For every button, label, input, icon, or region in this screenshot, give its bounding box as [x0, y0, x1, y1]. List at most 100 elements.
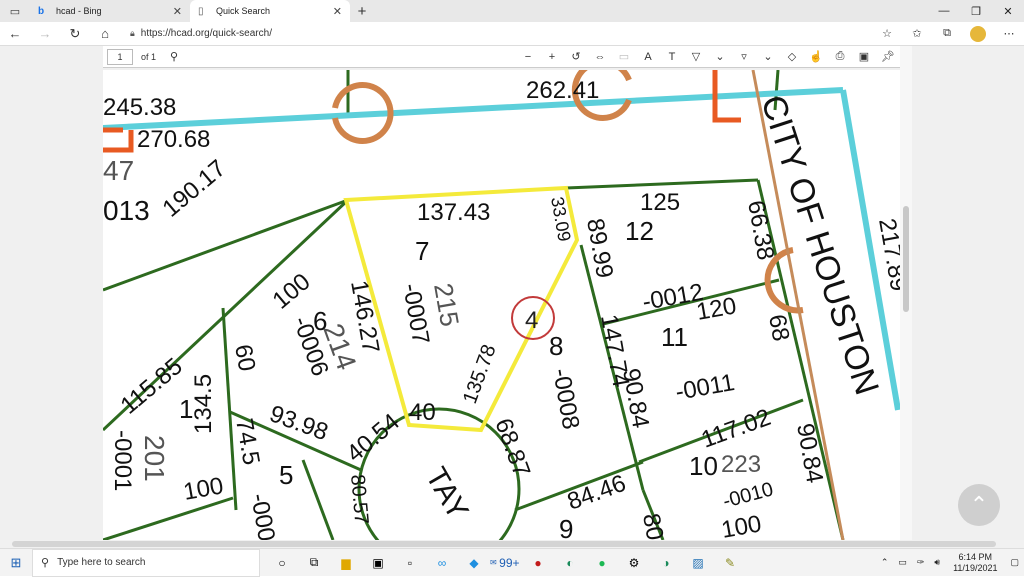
page-total: of 1: [141, 51, 157, 62]
map-label: 84.46: [564, 470, 630, 516]
print-icon[interactable]: ⎙: [828, 50, 852, 63]
vertical-scrollbar[interactable]: [900, 46, 912, 540]
page-view-icon[interactable]: ▭: [612, 50, 636, 63]
new-tab-button[interactable]: +: [350, 3, 374, 20]
pin-icon[interactable]: 📌︎: [876, 50, 900, 63]
link-icon[interactable]: ∞: [426, 549, 458, 577]
map-label: 134.5: [190, 374, 217, 434]
draw-icon[interactable]: ▽: [684, 50, 708, 63]
tab-title: Quick Search: [216, 6, 271, 16]
save-icon[interactable]: ▣: [852, 50, 876, 63]
street-label: TAY: [419, 462, 475, 525]
touch-icon[interactable]: ☝: [804, 50, 828, 63]
close-window-icon[interactable]: ✕: [992, 0, 1024, 22]
clock[interactable]: 6:14 PM 11/19/2021: [953, 552, 997, 574]
map-label: 117.02: [698, 404, 775, 454]
app-icon[interactable]: ▫: [394, 549, 426, 577]
lock-icon: 🔒︎: [130, 28, 135, 38]
profile-avatar[interactable]: [970, 25, 986, 42]
rotate-icon[interactable]: ↺: [564, 50, 588, 63]
home-button[interactable]: ⌂: [90, 22, 120, 46]
chevron-up-icon[interactable]: ⌃: [881, 557, 889, 568]
lot-number: 10: [689, 451, 718, 481]
map-label: -000: [245, 491, 280, 540]
close-icon[interactable]: ✕: [333, 5, 342, 18]
spotify-icon[interactable]: ●: [586, 549, 618, 577]
map-label: 100: [268, 268, 316, 314]
map-label: 68: [763, 312, 794, 343]
edge-active-icon[interactable]: ◑: [650, 549, 682, 577]
map-label: 115.85: [116, 353, 188, 420]
mail-icon[interactable]: ✉ 99+: [490, 549, 522, 577]
file-explorer-icon[interactable]: ▆: [330, 549, 362, 577]
text-box-icon[interactable]: T: [660, 51, 684, 63]
erase-icon[interactable]: ◇: [780, 50, 804, 63]
map-label: 47: [103, 155, 134, 186]
lot-number: 8: [549, 331, 563, 361]
edge-icon[interactable]: ◐: [554, 549, 586, 577]
map-label: 93.98: [266, 400, 332, 446]
scroll-to-top-button[interactable]: ⌃: [958, 484, 1000, 526]
lot-number: 12: [625, 216, 654, 246]
tab-bing[interactable]: b hcad - Bing ✕: [30, 0, 190, 22]
map-label: -0001: [109, 430, 136, 491]
scroll-thumb[interactable]: [903, 206, 909, 312]
scroll-thumb[interactable]: [12, 541, 996, 547]
close-icon[interactable]: ✕: [173, 5, 182, 18]
map-label: 245.38: [103, 94, 176, 121]
refresh-button[interactable]: ↻: [60, 22, 90, 46]
highlight-icon[interactable]: ▿: [732, 50, 756, 63]
volume-icon[interactable]: 🔊︎: [934, 557, 940, 568]
paint-icon[interactable]: ✎: [714, 549, 746, 577]
page-number-input[interactable]: 1: [107, 48, 133, 65]
draw-dropdown-icon[interactable]: ⌄: [708, 50, 732, 63]
mail-badge: 99+: [499, 555, 520, 570]
lot-number: 5: [279, 460, 293, 490]
tab-actions-icon[interactable]: ▭: [0, 0, 30, 22]
store-icon[interactable]: ▣: [362, 549, 394, 577]
app-red-icon[interactable]: ●: [522, 549, 554, 577]
dropbox-icon[interactable]: ◆: [458, 549, 490, 577]
map-label: -0007: [397, 281, 434, 346]
lot-number: 7: [415, 236, 429, 266]
highlight-dropdown-icon[interactable]: ⌄: [756, 50, 780, 63]
task-view-icon[interactable]: ⧉: [298, 549, 330, 577]
taskbar-search[interactable]: ⚲ Type here to search: [32, 548, 260, 577]
pdf-viewer: 1 of 1 ⚲ − + ↺ ⇔ ▭ A T ▽ ⌄ ▿ ⌄ ◇ ☝ ⎙ ▣ 📌…: [0, 46, 1024, 540]
tab-title: hcad - Bing: [56, 6, 102, 16]
lot-number: 11: [661, 322, 688, 352]
notifications-icon[interactable]: ▢: [1010, 557, 1019, 568]
zoom-in-icon[interactable]: +: [540, 51, 564, 63]
map-label: -0010: [721, 478, 776, 512]
photos-icon[interactable]: ▨: [682, 549, 714, 577]
tab-quick-search[interactable]: ▯ Quick Search ✕: [190, 0, 350, 22]
taskbar-search-placeholder: Type here to search: [57, 557, 146, 568]
clock-time: 6:14 PM: [958, 551, 993, 562]
map-label: 68.87: [489, 415, 535, 481]
zoom-out-icon[interactable]: −: [516, 51, 540, 63]
settings-icon[interactable]: ⚙: [618, 549, 650, 577]
forward-button[interactable]: →: [30, 22, 60, 46]
map-label: -0011: [673, 369, 736, 406]
network-icon[interactable]: ▭: [898, 557, 907, 568]
url-field[interactable]: 🔒︎ https://hcad.org/quick-search/: [120, 24, 840, 44]
back-button[interactable]: ←: [0, 22, 30, 46]
fit-page-icon[interactable]: ⇔: [588, 51, 612, 63]
search-icon[interactable]: ⚲: [162, 50, 186, 63]
menu-icon[interactable]: ⋯: [994, 22, 1024, 46]
read-aloud-icon[interactable]: A: [636, 51, 660, 63]
windows-start-icon[interactable]: ⊞: [0, 555, 32, 571]
map-label: 90.84: [617, 366, 654, 430]
search-icon: ⚲: [41, 557, 50, 569]
cortana-icon[interactable]: ○: [266, 549, 298, 577]
pen-icon[interactable]: ✑: [917, 557, 925, 568]
collections-icon[interactable]: ⧉: [932, 22, 962, 46]
lot-number: 9: [559, 514, 573, 540]
map-label: 120: [694, 292, 738, 326]
minimize-icon[interactable]: —: [928, 0, 960, 22]
favorite-star-icon[interactable]: ☆: [872, 22, 902, 46]
map-label: 262.41: [526, 77, 599, 104]
horizontal-scrollbar[interactable]: [0, 540, 1024, 548]
favorites-icon[interactable]: ✩: [902, 22, 932, 46]
maximize-icon[interactable]: ❐: [960, 0, 992, 22]
